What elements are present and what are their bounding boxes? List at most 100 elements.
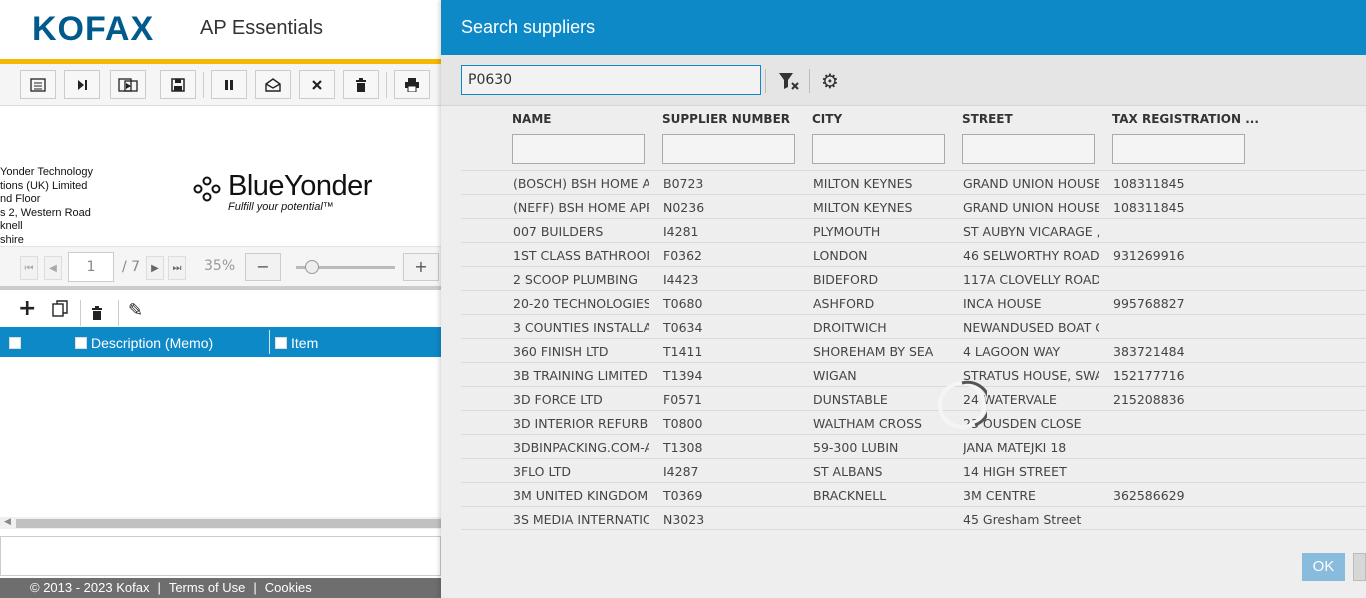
delete-line-icon[interactable] (91, 304, 103, 325)
open-mail-icon[interactable] (255, 70, 291, 99)
street-filter-input[interactable] (962, 134, 1095, 164)
cell-supplier-number: I4287 (663, 464, 699, 479)
prev-page-icon[interactable]: ◀ (44, 256, 62, 280)
supplier-row[interactable]: 3D FORCE LTD F0571 DUNSTABLE 24 WATERVALE 21… (461, 386, 1366, 410)
cell-city: PLYMOUTH (813, 224, 881, 239)
cell-supplier-number: T1411 (663, 344, 703, 359)
supplier-row[interactable]: 20-20 TECHNOLOGIES T0680 ASHFORD INCA HOUSE… (461, 290, 1366, 314)
supplier-row[interactable]: 3 COUNTIES INSTALLATIONS T0634 DROITWICH NE… (461, 314, 1366, 338)
cell-city: BIDEFORD (813, 272, 879, 287)
first-page-icon[interactable]: ⏮ (20, 256, 38, 280)
city-filter-input[interactable] (812, 134, 945, 164)
edit-line-icon[interactable]: ✎ (128, 300, 143, 321)
zoom-slider-thumb[interactable] (305, 260, 319, 274)
print-icon[interactable] (394, 70, 430, 99)
next-icon[interactable] (64, 70, 100, 99)
cell-city: LONDON (813, 248, 868, 263)
supplier-row[interactable]: 3FLO LTD I4287 ST ALBANS 14 HIGH STREET (461, 458, 1366, 482)
cell-name: 3D FORCE LTD (513, 392, 603, 407)
name-filter-input[interactable] (512, 134, 645, 164)
splitter[interactable] (0, 286, 441, 290)
dialog-title: Search suppliers (461, 17, 596, 37)
cell-supplier-number: T1394 (663, 368, 703, 383)
supplier-row[interactable]: 3D INTERIOR REFURBISHMENT T0800 WALTHAM CR… (461, 410, 1366, 434)
zoom-out-button[interactable]: − (245, 253, 281, 281)
toolbar-separator (118, 300, 119, 326)
add-line-icon[interactable]: + (18, 296, 36, 321)
column-header-name[interactable]: NAME (512, 112, 551, 126)
supplier-row[interactable]: 360 FINISH LTD T1411 SHOREHAM BY SEA 4 LAGO… (461, 338, 1366, 362)
details-icon[interactable] (20, 70, 56, 99)
description-checkbox[interactable] (75, 337, 87, 349)
column-header-street[interactable]: STREET (962, 112, 1013, 126)
cookies-link[interactable]: Cookies (265, 580, 312, 595)
cell-name: (NEFF) BSH HOME APPLIANCES (513, 200, 649, 215)
supplier-row[interactable]: 3DBINPACKING.COM-ACCOUNT T1308 59-300 LUBI… (461, 434, 1366, 458)
ok-button[interactable]: OK (1302, 553, 1345, 581)
horizontal-scrollbar[interactable]: ◀ (0, 517, 441, 529)
supplier-row[interactable]: 1ST CLASS BATHROOMS F0362 LONDON 46 SELWORT… (461, 242, 1366, 266)
cell-name: 360 FINISH LTD (513, 344, 609, 359)
loading-spinner-icon (938, 380, 987, 429)
page-number-input[interactable]: 1 (68, 252, 114, 282)
save-icon[interactable] (160, 70, 196, 99)
supplier-row[interactable]: 3M UNITED KINGDOM T0369 BRACKNELL 3M CENTRE… (461, 482, 1366, 506)
column-description[interactable]: Description (Memo) (91, 335, 213, 351)
cell-supplier-number: I4281 (663, 224, 699, 239)
clear-filter-icon[interactable] (778, 71, 800, 91)
supplier-row[interactable]: 3B TRAINING LIMITED T1394 WIGAN STRATUS HOU… (461, 362, 1366, 386)
dialog-title-bar: Search suppliers (441, 0, 1366, 55)
cell-street: 3M CENTRE (963, 488, 1036, 503)
cell-city: WIGAN (813, 368, 857, 383)
gear-icon[interactable]: ⚙ (821, 70, 843, 92)
scroll-left-icon[interactable]: ◀ (4, 517, 11, 527)
cell-supplier-number: N3023 (663, 512, 705, 527)
zoom-in-button[interactable]: + (403, 253, 439, 281)
app-header: KOFAX AP Essentials (0, 0, 441, 60)
cell-name: 3DBINPACKING.COM-ACCOUNT (513, 440, 649, 455)
last-page-icon[interactable]: ⏭ (168, 256, 186, 280)
cell-city: SHOREHAM BY SEA (813, 344, 934, 359)
copy-line-icon[interactable] (52, 300, 68, 323)
cell-name: 3D INTERIOR REFURBISHMENT (513, 416, 649, 431)
select-all-checkbox[interactable] (9, 337, 21, 349)
supplier-number-filter-input[interactable] (662, 134, 795, 164)
cell-supplier-number: T0680 (663, 296, 703, 311)
results-rows: (BOSCH) BSH HOME APPLIANCES B0723 MILTON K… (461, 170, 1366, 530)
document-preview: Yonder Technology tions (UK) Limited nd … (0, 106, 441, 246)
dialog-toolbar: ⚙ (441, 55, 1366, 106)
cell-name: 3 COUNTIES INSTALLATIONS (513, 320, 649, 335)
supplier-row[interactable]: (BOSCH) BSH HOME APPLIANCES B0723 MILTON K… (461, 170, 1366, 194)
column-header-city[interactable]: CITY (812, 112, 842, 126)
supplier-row[interactable]: (NEFF) BSH HOME APPLIANCES N0236 MILTON KE… (461, 194, 1366, 218)
tax-registration-filter-input[interactable] (1112, 134, 1245, 164)
footer: © 2013 - 2023 Kofax | Terms of Use | Cookies (0, 578, 441, 598)
cell-supplier-number: T0800 (663, 416, 703, 431)
pause-icon[interactable] (211, 70, 247, 99)
delete-icon[interactable] (343, 70, 379, 99)
cell-tax-registration: 108311845 (1113, 200, 1185, 215)
supplier-row[interactable]: 3S MEDIA INTERNATIONAL N3023 45 Gresham St… (461, 506, 1366, 530)
column-item[interactable]: Item (291, 335, 318, 351)
next-page-icon[interactable]: ▶ (146, 256, 164, 280)
supplier-search-input[interactable] (461, 65, 761, 95)
cell-city: WALTHAM CROSS (813, 416, 922, 431)
line-grid-header: Description (Memo) Item (0, 327, 441, 357)
cell-tax-registration: 215208836 (1113, 392, 1185, 407)
supplier-row[interactable]: 2 SCOOP PLUMBING I4423 BIDEFORD 117A CLOVEL… (461, 266, 1366, 290)
comment-input[interactable] (0, 536, 441, 576)
column-header-tax-registration[interactable]: TAX REGISTRATION ... (1112, 112, 1259, 126)
toolbar-separator (80, 300, 81, 326)
item-checkbox[interactable] (275, 337, 287, 349)
cell-city: DUNSTABLE (813, 392, 888, 407)
close-icon[interactable] (299, 70, 335, 99)
terms-link[interactable]: Terms of Use (169, 580, 246, 595)
toolbar-separator (765, 69, 766, 93)
scrollbar-thumb[interactable] (16, 519, 441, 528)
column-header-supplier-number[interactable]: SUPPLIER NUMBER (662, 112, 790, 126)
cell-street: 46 SELWORTHY ROAD (963, 248, 1099, 263)
transfer-icon[interactable] (110, 70, 146, 99)
cell-supplier-number: T1308 (663, 440, 703, 455)
cancel-button[interactable] (1353, 553, 1366, 581)
supplier-row[interactable]: 007 BUILDERS I4281 PLYMOUTH ST AUBYN VICARA… (461, 218, 1366, 242)
